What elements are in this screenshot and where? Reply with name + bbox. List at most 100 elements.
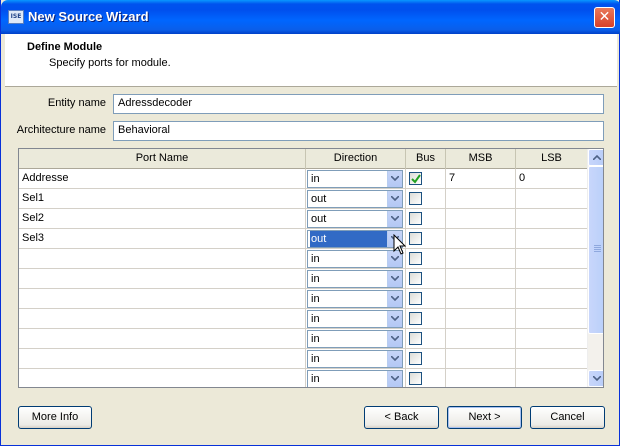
direction-select[interactable]: in <box>307 310 403 328</box>
lsb-cell[interactable] <box>516 309 587 329</box>
direction-value: in <box>311 253 320 265</box>
port-name-cell[interactable]: Sel3 <box>19 229 306 249</box>
direction-select[interactable]: out <box>307 230 403 248</box>
msb-cell[interactable]: 7 <box>446 169 516 189</box>
direction-select[interactable]: in <box>307 350 403 368</box>
table-row[interactable]: Sel2 out <box>19 209 587 229</box>
column-header-lsb[interactable]: LSB <box>516 149 587 169</box>
msb-cell[interactable] <box>446 369 516 387</box>
table-row[interactable]: in <box>19 289 587 309</box>
table-row[interactable]: in <box>19 349 587 369</box>
bus-checkbox[interactable] <box>409 292 422 305</box>
table-row[interactable]: in <box>19 309 587 329</box>
bus-checkbox[interactable] <box>409 312 422 325</box>
dropdown-button[interactable] <box>387 271 402 287</box>
bus-checkbox[interactable] <box>409 192 422 205</box>
cancel-button[interactable]: Cancel <box>530 406 605 429</box>
direction-select[interactable]: in <box>307 170 403 188</box>
entity-name-input[interactable]: Adressdecoder <box>113 94 604 114</box>
msb-cell[interactable] <box>446 229 516 249</box>
port-name-cell[interactable] <box>19 369 306 387</box>
close-button[interactable]: ✕ <box>594 7 615 28</box>
more-info-button[interactable]: More Info <box>18 406 92 429</box>
dropdown-button[interactable] <box>387 211 402 227</box>
bus-checkbox[interactable] <box>409 372 422 385</box>
vertical-scrollbar[interactable] <box>587 149 603 387</box>
lsb-cell[interactable] <box>516 229 587 249</box>
scroll-down-button[interactable] <box>588 370 603 387</box>
msb-cell[interactable] <box>446 189 516 209</box>
msb-cell[interactable] <box>446 269 516 289</box>
lsb-cell[interactable] <box>516 209 587 229</box>
direction-select[interactable]: in <box>307 290 403 308</box>
scroll-thumb[interactable] <box>588 166 603 334</box>
back-button[interactable]: < Back <box>364 406 439 429</box>
direction-select[interactable]: out <box>307 190 403 208</box>
bus-checkbox[interactable] <box>409 352 422 365</box>
bus-checkbox[interactable] <box>409 232 422 245</box>
scroll-up-button[interactable] <box>588 149 603 166</box>
column-header-bus[interactable]: Bus <box>406 149 446 169</box>
lsb-cell[interactable] <box>516 329 587 349</box>
msb-cell[interactable] <box>446 329 516 349</box>
dropdown-button[interactable] <box>387 351 402 367</box>
table-row[interactable]: in <box>19 249 587 269</box>
lsb-cell[interactable] <box>516 269 587 289</box>
port-name-cell[interactable]: Addresse <box>19 169 306 189</box>
msb-cell[interactable] <box>446 209 516 229</box>
thumb-grip <box>594 249 601 250</box>
dropdown-button[interactable] <box>387 191 402 207</box>
msb-cell[interactable] <box>446 309 516 329</box>
dropdown-button[interactable] <box>387 291 402 307</box>
lsb-cell[interactable] <box>516 249 587 269</box>
direction-select[interactable]: in <box>307 330 403 348</box>
bus-checkbox[interactable] <box>409 212 422 225</box>
lsb-cell[interactable]: 0 <box>516 169 587 189</box>
chevron-down-icon <box>391 336 399 341</box>
dropdown-button[interactable] <box>387 331 402 347</box>
title-bar[interactable]: ISE New Source Wizard ✕ <box>1 0 620 34</box>
port-name-cell[interactable] <box>19 309 306 329</box>
architecture-name-input[interactable]: Behavioral <box>113 121 604 141</box>
table-header: Port Name Direction Bus MSB LSB <box>19 149 587 169</box>
lsb-cell[interactable] <box>516 189 587 209</box>
bus-checkbox[interactable] <box>409 332 422 345</box>
msb-cell[interactable] <box>446 349 516 369</box>
port-name-cell[interactable]: Sel1 <box>19 189 306 209</box>
msb-cell[interactable] <box>446 289 516 309</box>
port-name-cell[interactable] <box>19 289 306 309</box>
msb-cell[interactable] <box>446 249 516 269</box>
direction-select[interactable]: in <box>307 250 403 268</box>
direction-select[interactable]: in <box>307 370 403 387</box>
next-button[interactable]: Next > <box>447 406 522 429</box>
port-name-cell[interactable] <box>19 269 306 289</box>
table-row[interactable]: in <box>19 269 587 289</box>
port-name-cell[interactable]: Sel2 <box>19 209 306 229</box>
port-name-cell[interactable] <box>19 329 306 349</box>
dropdown-button[interactable] <box>387 171 402 187</box>
table-row[interactable]: Addresse 7 0 in <box>19 169 587 189</box>
lsb-cell[interactable] <box>516 349 587 369</box>
column-header-port-name[interactable]: Port Name <box>19 149 306 169</box>
bus-checkbox[interactable] <box>409 172 422 185</box>
table-row[interactable]: Sel1 out <box>19 189 587 209</box>
table-row[interactable]: in <box>19 329 587 349</box>
column-header-direction[interactable]: Direction <box>306 149 406 169</box>
table-row[interactable]: Sel3 out <box>19 229 587 249</box>
bus-checkbox[interactable] <box>409 272 422 285</box>
direction-value: in <box>311 173 320 185</box>
bus-checkbox[interactable] <box>409 252 422 265</box>
port-name-cell[interactable] <box>19 349 306 369</box>
table-row[interactable]: in <box>19 369 587 387</box>
dropdown-button[interactable] <box>387 371 402 387</box>
column-header-msb[interactable]: MSB <box>446 149 516 169</box>
lsb-cell[interactable] <box>516 369 587 387</box>
mouse-pointer-icon <box>393 234 407 255</box>
direction-value: in <box>311 373 320 385</box>
direction-value: in <box>311 333 320 345</box>
direction-select[interactable]: in <box>307 270 403 288</box>
direction-select[interactable]: out <box>307 210 403 228</box>
lsb-cell[interactable] <box>516 289 587 309</box>
dropdown-button[interactable] <box>387 311 402 327</box>
port-name-cell[interactable] <box>19 249 306 269</box>
